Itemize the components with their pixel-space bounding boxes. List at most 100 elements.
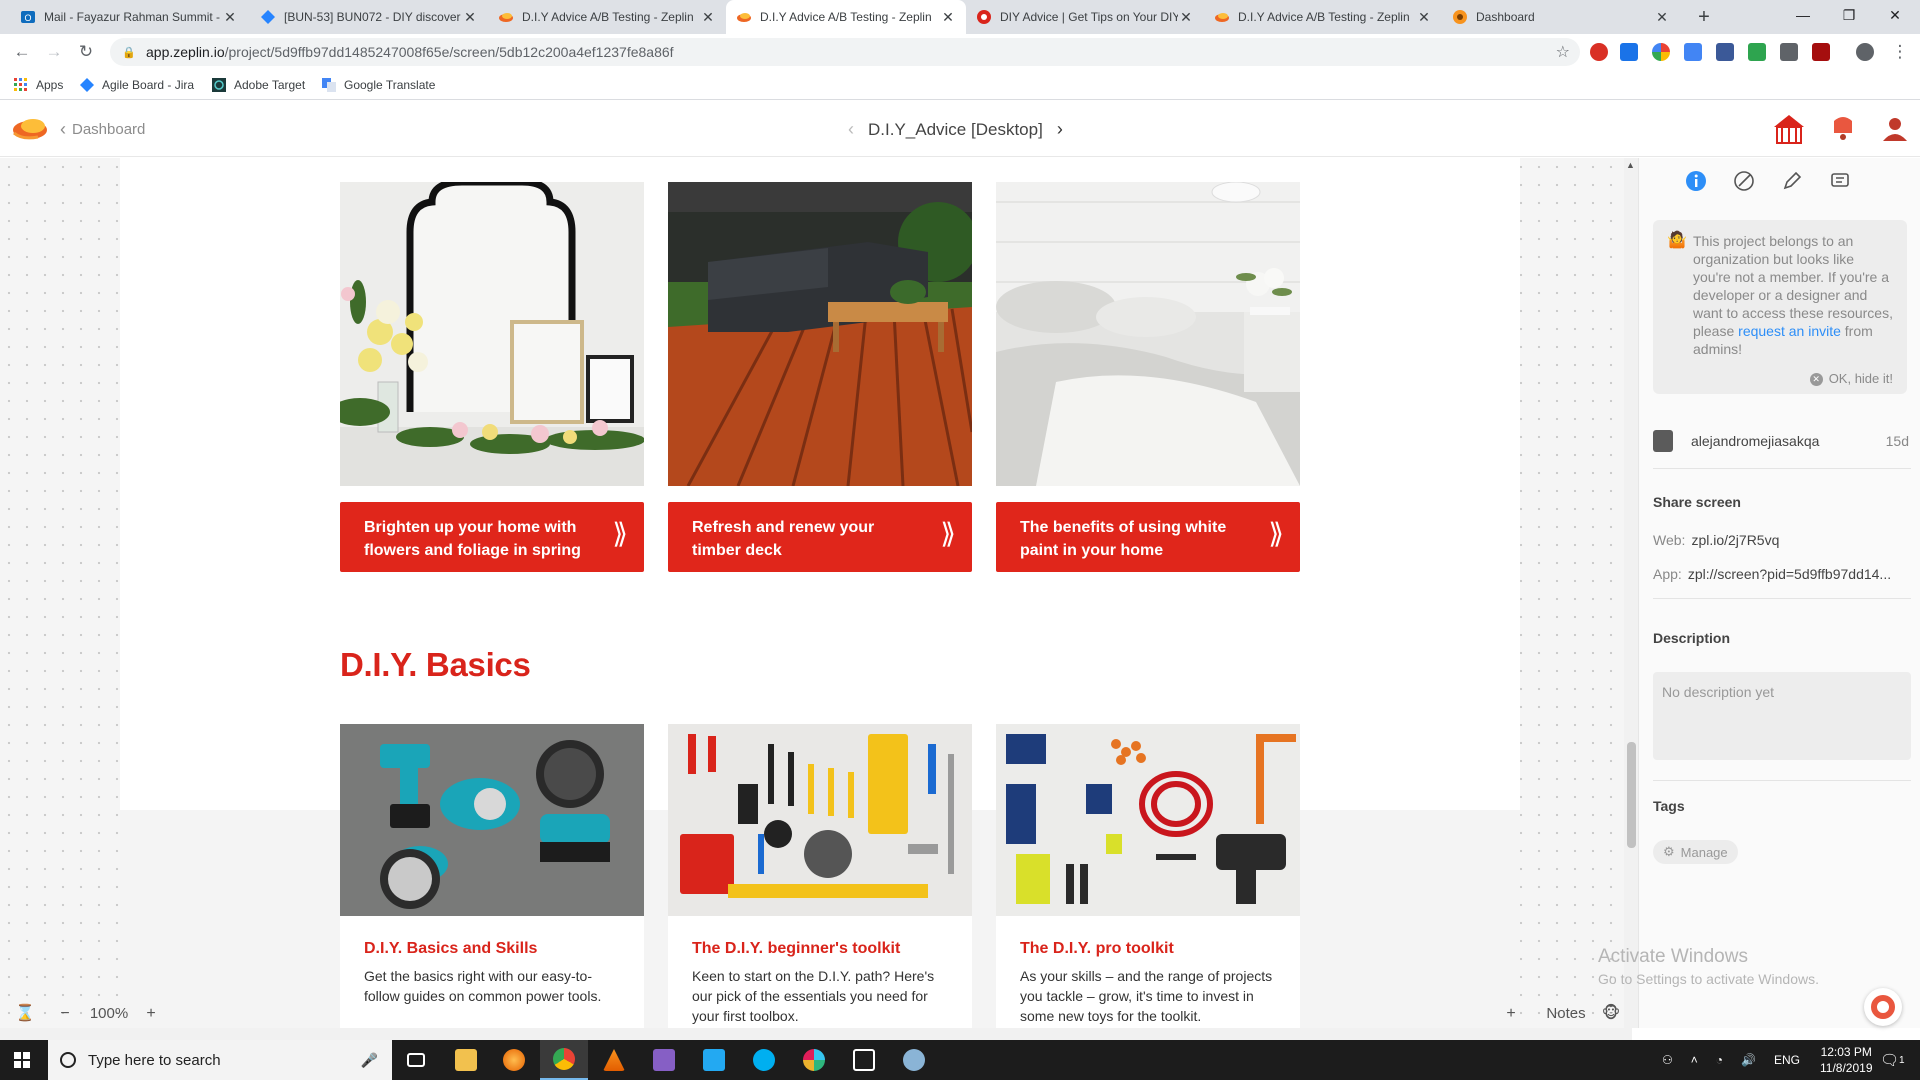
snipping-tool-icon[interactable] (890, 1040, 938, 1080)
bookmark-google-translate[interactable]: Google Translate (322, 76, 435, 94)
artboard-diy-advice-desktop[interactable]: Brighten up your home with flowers and f… (120, 158, 1520, 1028)
bookmark-star-icon[interactable]: ☆ (1556, 42, 1570, 62)
browser-tab[interactable]: D.I.Y Advice A/B Testing - Zeplin ✕ (488, 0, 726, 34)
article-cta-button[interactable]: The benefits of using white paint in you… (996, 502, 1300, 572)
app-share-link[interactable]: zpl://screen?pid=5d9ffb97dd14... (1688, 566, 1891, 582)
info-tab-icon[interactable] (1683, 170, 1709, 196)
slack-icon[interactable] (790, 1040, 838, 1080)
photos-icon[interactable] (840, 1040, 888, 1080)
vscode-icon[interactable] (690, 1040, 738, 1080)
back-arrow-icon[interactable]: ← (10, 40, 34, 64)
canvas-vertical-scrollbar[interactable]: ▲ (1624, 158, 1638, 1028)
minimize-window-button[interactable]: — (1780, 0, 1826, 34)
skype-icon[interactable] (740, 1040, 788, 1080)
request-invite-link[interactable]: request an invite (1738, 323, 1841, 339)
chrome-icon[interactable] (540, 1040, 588, 1080)
browser-tab[interactable]: O Mail - Fayazur Rahman Summit - ✕ (10, 0, 248, 34)
browser-tab[interactable]: Dashboard ✕ (1442, 0, 1680, 34)
browser-tab[interactable]: [BUN-53] BUN072 - DIY discover ✕ (250, 0, 488, 34)
reload-icon[interactable]: ↻ (74, 40, 98, 64)
maximize-window-button[interactable]: ❐ (1826, 0, 1872, 34)
circus-tent-icon[interactable] (1772, 113, 1806, 145)
bookmark-jira[interactable]: Agile Board - Jira (80, 76, 194, 94)
vlc-icon[interactable] (590, 1040, 638, 1080)
extension-icon[interactable] (1684, 43, 1702, 61)
bookmark-apps[interactable]: Apps (14, 76, 63, 94)
action-center-icon[interactable]: 🗨 1 (1880, 1040, 1905, 1080)
browser-tab[interactable]: D.I.Y Advice A/B Testing - Zeplin ✕ (1204, 0, 1442, 34)
zeplin-logo-icon[interactable] (12, 115, 48, 141)
firefox-icon[interactable] (490, 1040, 538, 1080)
basics-card[interactable]: The D.I.Y. beginner's toolkit Keen to st… (668, 724, 972, 1028)
emoji-face-icon[interactable]: 🐵 (1598, 1002, 1624, 1026)
browser-tab-active[interactable]: D.I.Y Advice A/B Testing - Zeplin ✕ (726, 0, 966, 34)
close-tab-icon[interactable]: ✕ (940, 9, 956, 26)
basics-card[interactable]: The D.I.Y. pro toolkit As your skills – … (996, 724, 1300, 1028)
basics-card[interactable]: D.I.Y. Basics and Skills Get the basics … (340, 724, 644, 1028)
close-tab-icon[interactable]: ✕ (1178, 9, 1194, 26)
address-bar[interactable]: 🔒 app.zeplin.io/project/5d9ffb97dd148524… (110, 38, 1580, 66)
browser-tab[interactable]: DIY Advice | Get Tips on Your DIY ✕ (966, 0, 1204, 34)
comments-tab-icon[interactable] (1827, 170, 1853, 196)
next-screen-icon[interactable]: › (1057, 119, 1063, 140)
network-icon[interactable]: ◔ (1716, 1053, 1723, 1067)
manage-tags-button[interactable]: ⚙ Manage (1653, 840, 1738, 864)
pencil-tab-icon[interactable] (1779, 170, 1805, 196)
description-field[interactable]: No description yet (1653, 672, 1911, 760)
task-view-icon[interactable] (392, 1040, 440, 1080)
taskbar-search-box[interactable]: Type here to search 🎤 (48, 1040, 392, 1080)
taskbar-clock[interactable]: 12:03 PM 11/8/2019 (1820, 1044, 1873, 1076)
styleguide-tab-icon[interactable] (1731, 170, 1757, 196)
visual-studio-icon[interactable] (640, 1040, 688, 1080)
previous-screen-icon[interactable]: ‹ (848, 119, 854, 140)
close-tab-icon[interactable]: ✕ (1654, 9, 1670, 26)
extension-icon[interactable] (1716, 43, 1734, 61)
language-indicator[interactable]: ENG (1774, 1053, 1800, 1067)
new-tab-button[interactable]: + (1692, 5, 1716, 29)
close-tab-icon[interactable]: ✕ (700, 9, 716, 26)
back-to-dashboard-link[interactable]: ‹ Dashboard (60, 119, 145, 140)
forward-arrow-icon[interactable]: → (42, 40, 66, 64)
zoom-in-button[interactable]: + (138, 1002, 164, 1026)
notifications-icon[interactable] (1826, 113, 1860, 145)
people-icon[interactable]: ⚇ (1662, 1053, 1673, 1067)
hide-notice-button[interactable]: ✕ OK, hide it! (1809, 370, 1893, 388)
hourglass-icon[interactable]: ⌛ (12, 1002, 38, 1026)
article-cta-button[interactable]: Brighten up your home with flowers and f… (340, 502, 644, 572)
extension-icon[interactable] (1652, 43, 1670, 61)
share-app-row[interactable]: App: zpl://screen?pid=5d9ffb97dd14... (1653, 566, 1891, 582)
chevron-up-icon[interactable]: ˄ (1691, 1053, 1698, 1067)
zoom-out-button[interactable]: − (52, 1002, 78, 1026)
extension-icon[interactable] (1590, 43, 1608, 61)
close-tab-icon[interactable]: ✕ (462, 9, 478, 26)
article-image-flowers[interactable] (340, 182, 644, 486)
notes-toggle[interactable]: Notes (1536, 1002, 1596, 1026)
shield-icon[interactable] (1780, 43, 1798, 61)
help-lifebuoy-icon[interactable] (1864, 988, 1902, 1026)
profile-icon[interactable] (1856, 43, 1874, 61)
web-share-link[interactable]: zpl.io/2j7R5vq (1691, 532, 1779, 548)
design-canvas[interactable]: Brighten up your home with flowers and f… (0, 158, 1632, 1028)
scroll-up-arrow-icon[interactable]: ▲ (1626, 160, 1635, 170)
volume-icon[interactable]: 🔊 (1741, 1053, 1756, 1067)
microphone-icon[interactable]: 🎤 (361, 1052, 378, 1069)
close-tab-icon[interactable]: ✕ (1416, 9, 1432, 26)
file-explorer-icon[interactable] (442, 1040, 490, 1080)
extension-icon[interactable] (1812, 43, 1830, 61)
extension-icon[interactable] (1620, 43, 1638, 61)
bookmark-adobe-target[interactable]: Adobe Target (212, 76, 305, 94)
add-note-button[interactable]: + (1498, 1002, 1524, 1026)
scrollbar-thumb[interactable] (1627, 742, 1636, 848)
windows-start-icon[interactable] (14, 1052, 30, 1068)
close-tab-icon[interactable]: ✕ (222, 9, 238, 26)
user-avatar-icon[interactable] (1878, 113, 1912, 145)
article-cta-button[interactable]: Refresh and renew your timber deck ⟫ (668, 502, 972, 572)
zoom-level[interactable]: 100% (84, 1002, 134, 1026)
canvas-horizontal-scrollbar[interactable] (0, 1028, 1632, 1040)
share-web-row[interactable]: Web: zpl.io/2j7R5vq (1653, 532, 1779, 548)
extension-icon[interactable] (1748, 43, 1766, 61)
article-image-timber-deck[interactable] (668, 182, 972, 486)
close-window-button[interactable]: ✕ (1872, 0, 1918, 34)
menu-kebab-icon[interactable]: ⋮ (1888, 40, 1912, 64)
article-image-white-paint[interactable] (996, 182, 1300, 486)
